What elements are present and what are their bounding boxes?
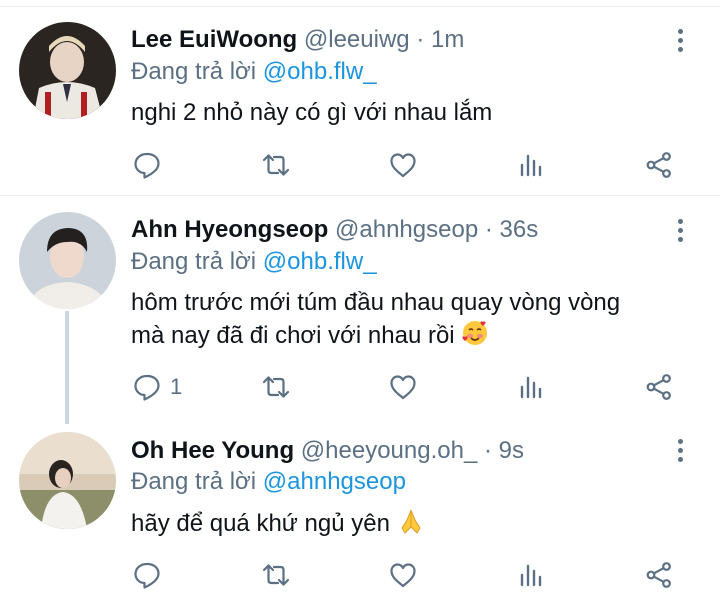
replying-to-handle[interactable]: @ohb.flw_ [263, 58, 377, 85]
analytics-icon [520, 564, 542, 587]
retweet-icon [262, 376, 290, 398]
tweet-oh-hee-young[interactable]: Oh Hee Young @heeyoung.oh_ · 9s Đang trả… [0, 416, 720, 604]
reply-button[interactable]: 1 [132, 367, 182, 407]
like-icon [390, 153, 416, 178]
tweet-text: hãy để quá khứ ngủ yên [131, 507, 425, 540]
reply-icon [134, 374, 160, 401]
more-icon[interactable] [670, 215, 690, 245]
retweet-button[interactable] [261, 145, 291, 185]
tweet-text-line: hãy để quá khứ ngủ yên [131, 507, 425, 540]
user-handle[interactable]: @heeyoung.oh_ [301, 437, 478, 464]
replying-to: Đang trả lời @ohb.flw_ [131, 247, 377, 277]
more-icon[interactable] [670, 435, 690, 465]
retweet-button[interactable] [261, 555, 291, 595]
tweet-text: hôm trước mới túm đầu nhau quay vòng vòn… [131, 287, 620, 352]
like-icon [390, 563, 416, 588]
avatar[interactable] [19, 22, 116, 119]
display-name[interactable]: Lee EuiWoong [131, 26, 297, 53]
tweet-ahn-hyeongseop[interactable]: Ahn Hyeongseop @ahnhgseop · 36s Đang trả… [0, 196, 720, 424]
tweet-text-line: hôm trước mới túm đầu nhau quay vòng vòn… [131, 289, 621, 316]
reply-button[interactable] [132, 555, 170, 595]
share-icon [646, 374, 671, 400]
smiling-face-with-hearts-icon [462, 321, 488, 345]
reply-icon [134, 152, 160, 179]
reply-button[interactable] [132, 145, 170, 185]
analytics-icon [520, 376, 542, 399]
share-button[interactable] [644, 555, 674, 595]
share-button[interactable] [644, 367, 674, 407]
retweet-icon [262, 154, 290, 176]
tweet-text: nghi 2 nhỏ này có gì với nhau lắm [131, 97, 492, 129]
tweet-lee-euiwoong[interactable]: Lee EuiWoong @leeuiwg · 1m Đang trả lời … [0, 0, 720, 196]
user-handle[interactable]: @leeuiwg [304, 26, 410, 53]
tweet-header: Ahn Hyeongseop @ahnhgseop · 36s [131, 215, 538, 245]
display-name[interactable]: Ahn Hyeongseop [131, 216, 328, 243]
analytics-icon [520, 154, 542, 177]
tweet-text-line-content: hãy để quá khứ ngủ yên [131, 510, 390, 537]
like-button[interactable] [388, 145, 418, 185]
share-icon [646, 562, 671, 588]
replying-to-handle[interactable]: @ohb.flw_ [263, 248, 377, 275]
retweet-icon [262, 564, 290, 586]
share-icon [646, 152, 671, 178]
more-icon[interactable] [670, 25, 690, 55]
timestamp[interactable]: · 36s [485, 216, 538, 243]
like-button[interactable] [388, 367, 418, 407]
analytics-button[interactable] [517, 555, 547, 595]
tweet-header: Oh Hee Young @heeyoung.oh_ · 9s [131, 436, 524, 466]
analytics-button[interactable] [517, 145, 547, 185]
reply-count: 1 [170, 374, 183, 399]
timestamp[interactable]: · 9s [484, 437, 524, 464]
replying-to-handle[interactable]: @ahnhgseop [263, 468, 406, 495]
replying-prefix: Đang trả lời [131, 468, 263, 495]
replying-prefix: Đang trả lời [131, 58, 263, 85]
tweet-header: Lee EuiWoong @leeuiwg · 1m [131, 25, 464, 55]
avatar[interactable] [19, 212, 116, 309]
share-button[interactable] [644, 145, 674, 185]
replying-to: Đang trả lời @ahnhgseop [131, 467, 406, 497]
user-handle[interactable]: @ahnhgseop [335, 216, 478, 243]
replying-to: Đang trả lời @ohb.flw_ [131, 57, 377, 87]
reply-icon [134, 562, 160, 589]
tweet-text-line: nghi 2 nhỏ này có gì với nhau lắm [131, 99, 493, 126]
retweet-button[interactable] [261, 367, 291, 407]
avatar[interactable] [19, 432, 116, 529]
like-button[interactable] [388, 555, 418, 595]
action-bar [0, 145, 720, 185]
timestamp[interactable]: · 1m [416, 26, 464, 53]
tweet-text-line-content: mà nay đã đi chơi với nhau rồi [131, 322, 455, 349]
action-bar [0, 555, 720, 595]
tweet-text-line: mà nay đã đi chơi với nhau rồi [131, 319, 620, 352]
analytics-button[interactable] [517, 367, 547, 407]
like-icon [390, 375, 416, 400]
display-name[interactable]: Oh Hee Young [131, 437, 294, 464]
action-bar: 1 [0, 367, 720, 407]
replying-prefix: Đang trả lời [131, 248, 263, 275]
folded-hands-icon [401, 509, 421, 534]
